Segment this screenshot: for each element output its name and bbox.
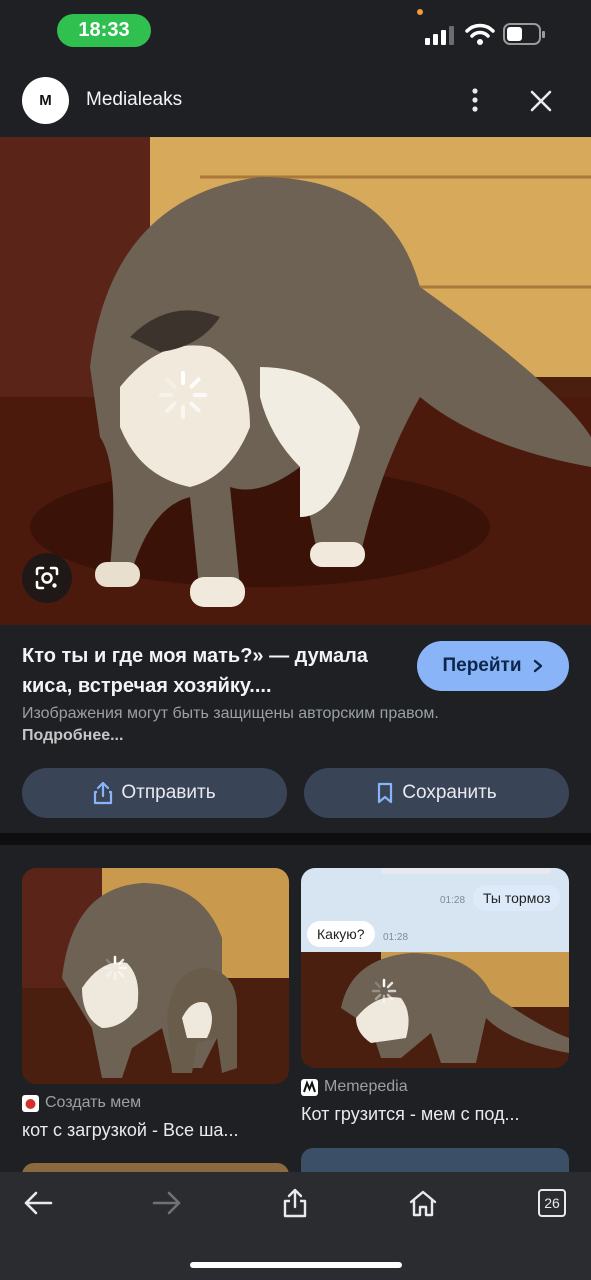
goto-button[interactable]: Перейти bbox=[417, 641, 569, 691]
arrow-right-icon bbox=[152, 1191, 181, 1215]
related-title-1[interactable]: кот с загрузкой - Все ша... bbox=[22, 1120, 282, 1141]
tabs-count-icon: 26 bbox=[538, 1189, 566, 1217]
save-button[interactable]: Сохранить bbox=[304, 768, 569, 818]
share-icon bbox=[283, 1188, 307, 1218]
share-icon bbox=[94, 781, 113, 805]
bookmark-icon bbox=[378, 782, 393, 804]
status-time: 18:33 bbox=[57, 14, 151, 47]
result-title[interactable]: Кто ты и где моя мать?» — думала киса, в… bbox=[22, 641, 402, 701]
chat-msg-left: Какую? bbox=[317, 926, 365, 942]
more-info-link[interactable]: Подробнее... bbox=[22, 727, 123, 744]
related-thumbnail-2[interactable]: Ты тормоз 01:28 Какую? 01:28 bbox=[301, 868, 569, 1068]
goto-label: Перейти bbox=[442, 655, 522, 676]
memepedia-favicon-icon bbox=[301, 1078, 318, 1096]
create-meme-favicon-icon bbox=[22, 1094, 39, 1112]
chevron-right-icon bbox=[533, 659, 542, 673]
close-icon[interactable] bbox=[528, 88, 554, 114]
copyright-notice: Изображения могут быть защищены авторски… bbox=[22, 703, 442, 747]
related-thumbnail-1[interactable] bbox=[22, 868, 289, 1084]
more-options-icon[interactable] bbox=[463, 86, 487, 114]
related-thumbnail-4[interactable] bbox=[301, 1148, 569, 1175]
save-label: Сохранить bbox=[402, 782, 497, 803]
chat-time-left: 01:28 bbox=[383, 932, 409, 943]
back-button[interactable] bbox=[13, 1180, 63, 1226]
related-source-1: Создать мем bbox=[22, 1094, 141, 1112]
wifi-icon bbox=[465, 23, 495, 45]
result-image[interactable] bbox=[0, 137, 591, 625]
related-title-2[interactable]: Кот грузится - мем с под... bbox=[301, 1104, 569, 1125]
share-label: Отправить bbox=[121, 782, 216, 803]
lens-button[interactable] bbox=[22, 553, 72, 603]
share-page-button[interactable] bbox=[270, 1180, 320, 1226]
chat-bubble-left: Какую? bbox=[307, 921, 375, 947]
lens-icon bbox=[35, 566, 59, 590]
tabs-count: 26 bbox=[544, 1195, 560, 1211]
cat-photo-with-kitten bbox=[22, 868, 289, 1084]
related-source-2: Memepedia bbox=[301, 1078, 408, 1096]
site-name: Medialeaks bbox=[86, 89, 183, 110]
chat-msg-right: Ты тормоз bbox=[483, 890, 551, 906]
tabs-button[interactable]: 26 bbox=[527, 1180, 577, 1226]
arrow-left-icon bbox=[24, 1191, 53, 1215]
home-indicator bbox=[190, 1262, 402, 1268]
cat-photo bbox=[0, 137, 591, 625]
chat-bubble-right: Ты тормоз bbox=[473, 885, 561, 911]
share-button[interactable]: Отправить bbox=[22, 768, 287, 818]
related-source-2-label: Memepedia bbox=[324, 1078, 408, 1095]
signal-icon bbox=[425, 26, 454, 45]
section-divider bbox=[0, 833, 591, 845]
privacy-indicator-dot bbox=[417, 9, 423, 15]
home-icon bbox=[409, 1190, 437, 1217]
related-source-1-label: Создать мем bbox=[45, 1094, 142, 1111]
copyright-text: Изображения могут быть защищены авторски… bbox=[22, 705, 439, 722]
chat-time-right: 01:28 bbox=[440, 895, 466, 906]
home-button[interactable] bbox=[398, 1180, 448, 1226]
site-logo[interactable]: M bbox=[22, 77, 69, 124]
battery-icon bbox=[503, 23, 545, 45]
forward-button[interactable] bbox=[142, 1180, 192, 1226]
site-logo-letter: M bbox=[39, 92, 52, 109]
